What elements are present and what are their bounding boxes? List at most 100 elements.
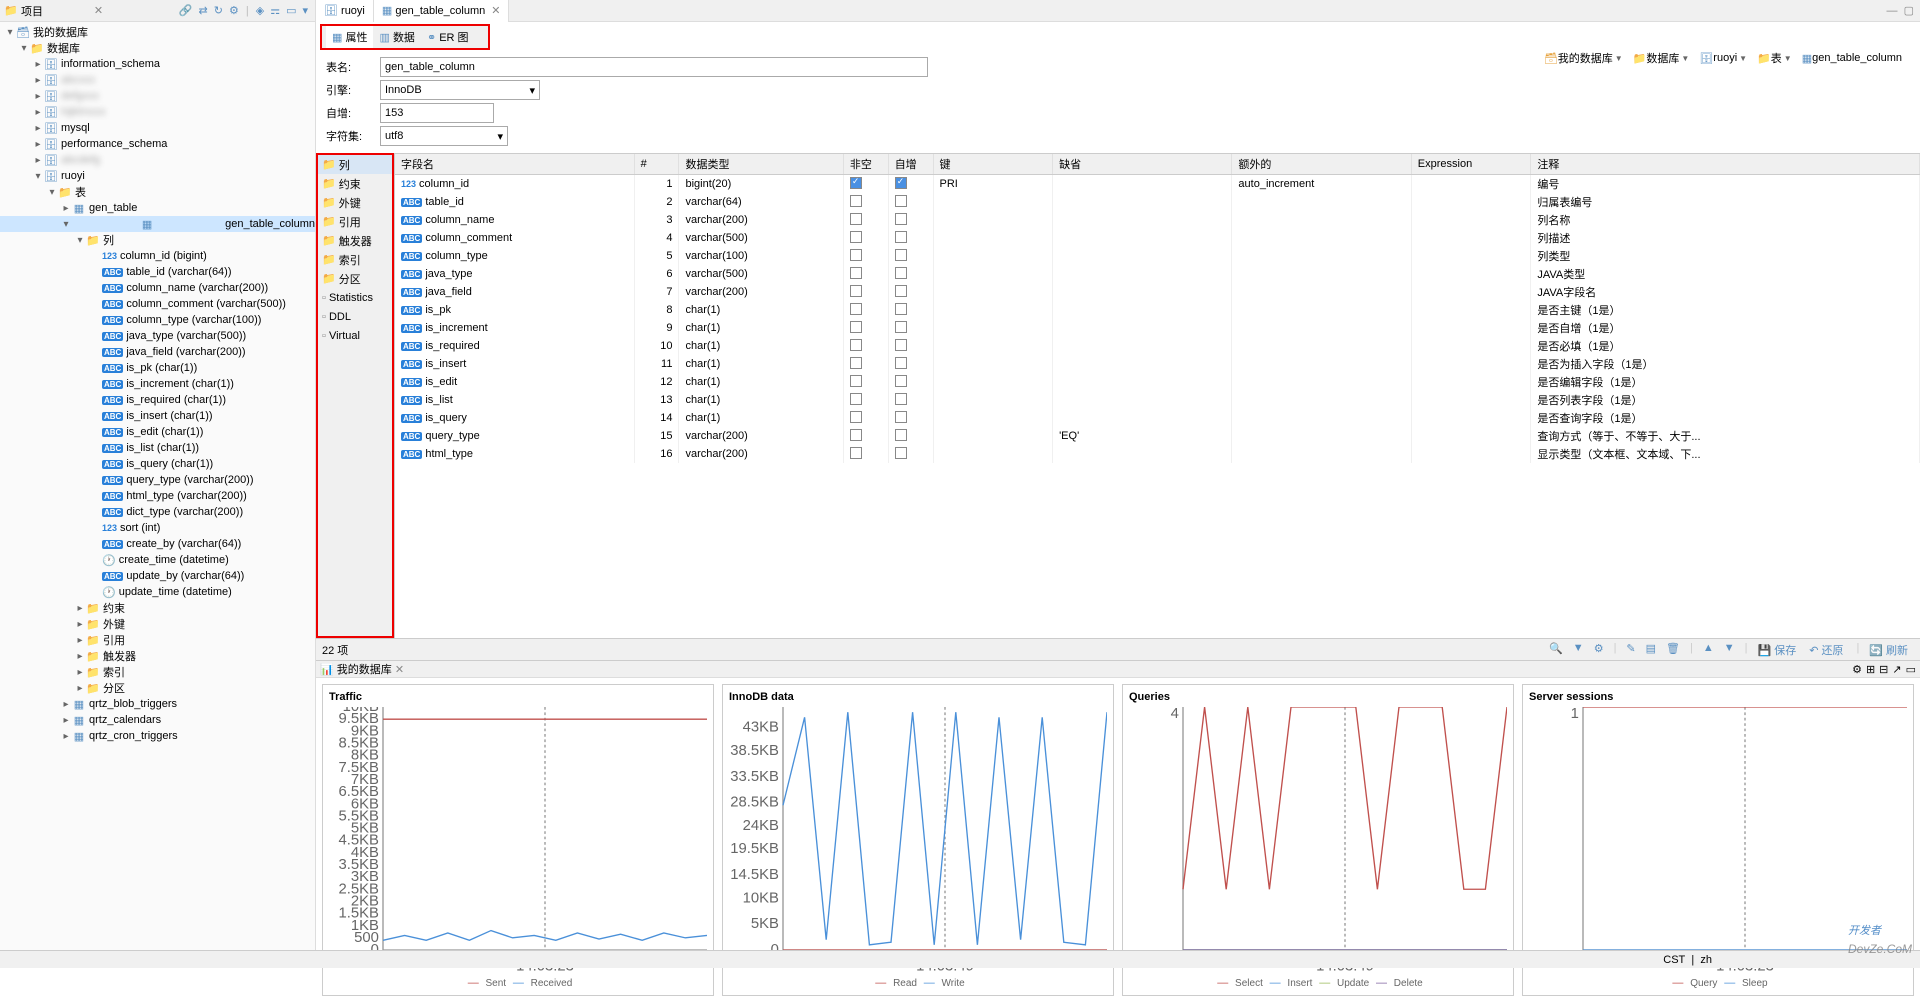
subtab-data[interactable]: ▥ 数据 xyxy=(373,26,420,48)
close-icon[interactable]: ✕ xyxy=(94,4,103,17)
col-header[interactable]: 字段名 xyxy=(395,154,634,175)
table-row[interactable]: ABCis_query14char(1)是否查询字段（1是） xyxy=(395,409,1920,427)
export-icon[interactable]: ↗ xyxy=(1892,663,1901,676)
min-icon[interactable]: ▭ xyxy=(1906,663,1916,676)
tree-item[interactable]: ▸▦qrtz_cron_triggers xyxy=(0,728,315,744)
section-nav-item[interactable]: 📁 约束 xyxy=(318,174,392,193)
tree-item[interactable]: ▸▦qrtz_blob_triggers xyxy=(0,696,315,712)
save-button[interactable]: 💾保存 xyxy=(1755,642,1803,658)
tree-item[interactable]: ▸🗄mysql xyxy=(0,120,315,136)
checkbox-autoinc[interactable] xyxy=(895,285,907,297)
expand-icon[interactable]: ▾ xyxy=(74,235,86,246)
expand-icon[interactable]: ▸ xyxy=(60,203,72,214)
table-row[interactable]: ABCcolumn_type5varchar(100)列类型 xyxy=(395,247,1920,265)
tree-item[interactable]: ▸📁约束 xyxy=(0,600,315,616)
col-header[interactable]: 数据类型 xyxy=(679,154,843,175)
expand-icon[interactable]: ▸ xyxy=(74,635,86,646)
tree-column[interactable]: ABCupdate_by (varchar(64)) xyxy=(0,568,315,584)
checkbox-autoinc[interactable] xyxy=(895,429,907,441)
tree-column[interactable]: ABCdict_type (varchar(200)) xyxy=(0,504,315,520)
checkbox-autoinc[interactable] xyxy=(895,447,907,459)
subtab-props[interactable]: ▦ 属性 xyxy=(326,26,373,48)
tree-item[interactable]: ▸📁引用 xyxy=(0,632,315,648)
layout-icon[interactable]: ⊞ xyxy=(1866,663,1875,676)
section-nav-item[interactable]: 📁 引用 xyxy=(318,212,392,231)
sort-icon[interactable]: ⚎ xyxy=(270,4,280,17)
checkbox-autoinc[interactable] xyxy=(895,231,907,243)
layout2-icon[interactable]: ⊟ xyxy=(1879,663,1888,676)
section-nav-item[interactable]: ▫ DDL xyxy=(318,307,392,326)
table-row[interactable]: ABCis_pk8char(1)是否主键（1是） xyxy=(395,301,1920,319)
bc-table[interactable]: ▦gen_table_column xyxy=(1798,52,1906,65)
checkbox-notnull[interactable] xyxy=(850,429,862,441)
revert-button[interactable]: ↶还原 xyxy=(1806,642,1849,658)
expand-icon[interactable]: ▾ xyxy=(60,219,72,230)
tree-column[interactable]: ABCis_list (char(1)) xyxy=(0,440,315,456)
delete-icon[interactable]: 🗑 xyxy=(1663,642,1683,658)
section-nav-item[interactable]: 📁 索引 xyxy=(318,250,392,269)
checkbox-autoinc[interactable] xyxy=(895,321,907,333)
col-header[interactable]: 缺省 xyxy=(1053,154,1232,175)
tree-column[interactable]: ABChtml_type (varchar(200)) xyxy=(0,488,315,504)
checkbox-autoinc[interactable] xyxy=(895,213,907,225)
checkbox-notnull[interactable] xyxy=(850,213,862,225)
table-row[interactable]: ABCcolumn_comment4varchar(500)列描述 xyxy=(395,229,1920,247)
col-header[interactable]: 非空 xyxy=(843,154,888,175)
checkbox-notnull[interactable] xyxy=(850,411,862,423)
tree-item[interactable]: ▾🗄ruoyi xyxy=(0,168,315,184)
minimize-icon[interactable]: — xyxy=(1886,5,1897,17)
tree-column[interactable]: ABCis_insert (char(1)) xyxy=(0,408,315,424)
checkbox-notnull[interactable] xyxy=(850,357,862,369)
table-row[interactable]: ABChtml_type16varchar(200)显示类型（文本框、文本域、下… xyxy=(395,445,1920,463)
section-nav-item[interactable]: ▫ Statistics xyxy=(318,288,392,307)
tree-column[interactable]: ABCcolumn_type (varchar(100)) xyxy=(0,312,315,328)
tree-column[interactable]: ABCis_edit (char(1)) xyxy=(0,424,315,440)
checkbox-autoinc[interactable] xyxy=(895,249,907,261)
expand-icon[interactable]: ▸ xyxy=(60,699,72,710)
tree-column[interactable]: ABCquery_type (varchar(200)) xyxy=(0,472,315,488)
bc-ruoyi[interactable]: 🗄ruoyi▼ xyxy=(1695,52,1751,65)
tree-column[interactable]: ABCis_required (char(1)) xyxy=(0,392,315,408)
expand-icon[interactable]: ▸ xyxy=(74,651,86,662)
add-icon[interactable]: ▤ xyxy=(1643,642,1659,658)
tree-column[interactable]: ABCis_query (char(1)) xyxy=(0,456,315,472)
tab-ruoyi[interactable]: 🗄 ruoyi xyxy=(316,0,374,22)
expand-icon[interactable]: ▸ xyxy=(60,715,72,726)
collapse-icon[interactable]: ⇄ xyxy=(199,4,208,17)
tree-column[interactable]: 123column_id (bigint) xyxy=(0,248,315,264)
expand-icon[interactable]: ▾ xyxy=(18,43,30,54)
col-header[interactable]: 键 xyxy=(933,154,1053,175)
checkbox-autoinc[interactable] xyxy=(895,411,907,423)
checkbox-notnull[interactable] xyxy=(850,375,862,387)
checkbox-notnull[interactable] xyxy=(850,393,862,405)
col-header[interactable]: # xyxy=(634,154,679,175)
expand-icon[interactable]: ▾ xyxy=(4,27,16,38)
col-header[interactable]: 注释 xyxy=(1531,154,1920,175)
tree-column[interactable]: 🕐update_time (datetime) xyxy=(0,584,315,600)
refresh-icon[interactable]: ↻ xyxy=(214,4,223,17)
checkbox-notnull[interactable] xyxy=(850,285,862,297)
checkbox-notnull[interactable] xyxy=(850,195,862,207)
col-header[interactable]: 额外的 xyxy=(1232,154,1411,175)
maximize-icon[interactable]: ▢ xyxy=(1904,5,1914,17)
bc-mydb[interactable]: 🗃我的数据库▼ xyxy=(1540,50,1627,66)
tree-item[interactable]: ▸📁索引 xyxy=(0,664,315,680)
checkbox-notnull[interactable] xyxy=(850,303,862,315)
expand-icon[interactable]: ▸ xyxy=(74,603,86,614)
tab-gen-table-column[interactable]: ▦ gen_table_column✕ xyxy=(374,0,510,22)
search-icon[interactable]: 🔍 xyxy=(1546,642,1566,658)
tree-item[interactable]: ▸▦gen_table xyxy=(0,200,315,216)
table-row[interactable]: ABCis_required10char(1)是否必填（1是） xyxy=(395,337,1920,355)
section-nav-item[interactable]: 📁 分区 xyxy=(318,269,392,288)
expand-icon[interactable]: ▸ xyxy=(74,667,86,678)
min-icon[interactable]: ▭ xyxy=(286,4,296,17)
table-row[interactable]: ABCquery_type15varchar(200)'EQ'查询方式（等于、不… xyxy=(395,427,1920,445)
table-row[interactable]: ABCjava_field7varchar(200)JAVA字段名 xyxy=(395,283,1920,301)
bc-databases[interactable]: 📁数据库▼ xyxy=(1629,50,1694,66)
table-row[interactable]: ABCis_increment9char(1)是否自增（1是） xyxy=(395,319,1920,337)
section-nav-item[interactable]: ▫ Virtual xyxy=(318,326,392,345)
filter-icon[interactable]: ▼ xyxy=(1570,642,1587,658)
edit-icon[interactable]: ✎ xyxy=(1623,642,1638,658)
checkbox-notnull[interactable] xyxy=(850,447,862,459)
checkbox-notnull[interactable] xyxy=(850,267,862,279)
